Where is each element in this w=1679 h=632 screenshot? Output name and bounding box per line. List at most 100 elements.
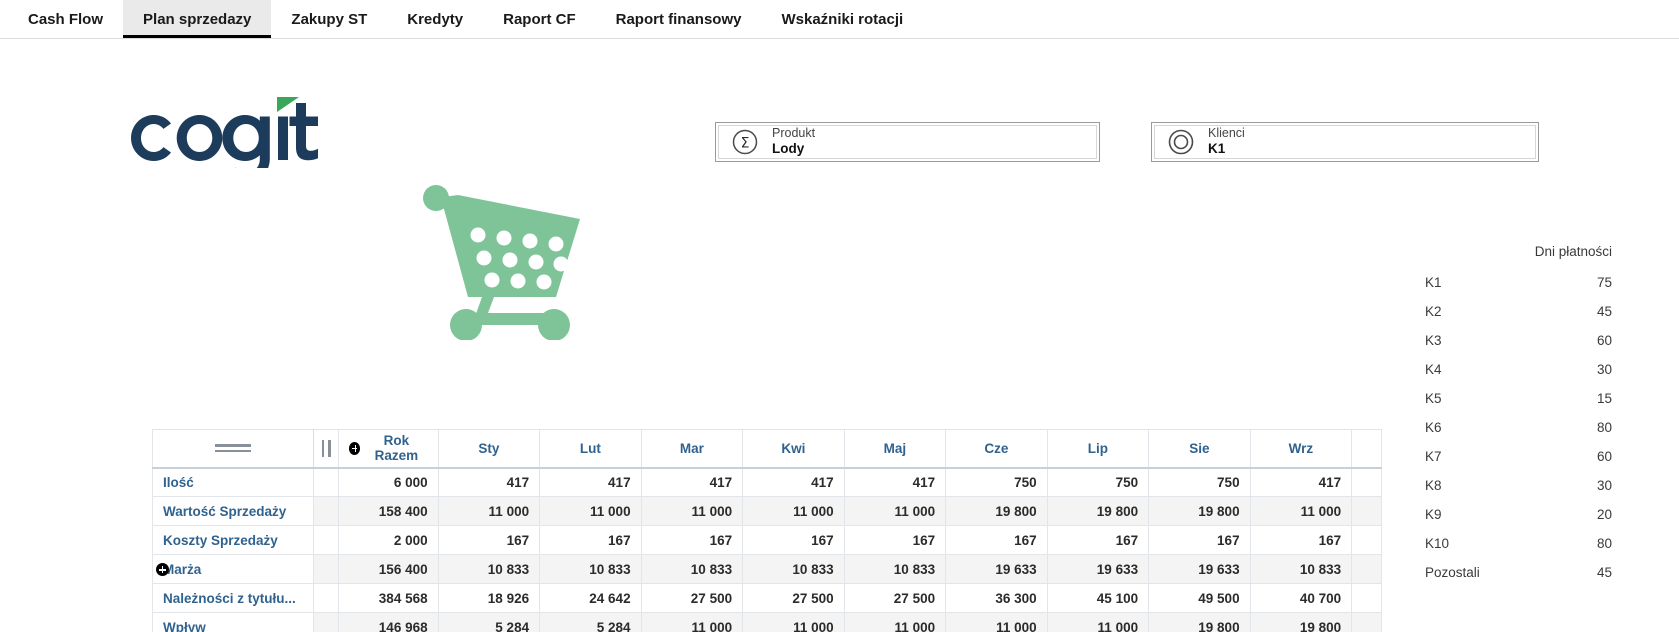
nav-tab-raport-cf[interactable]: Raport CF xyxy=(483,0,596,38)
dni-platnosci-row: K8 30 xyxy=(1425,478,1620,507)
pause-splitter-icon[interactable] xyxy=(321,439,331,457)
matrix-cell[interactable]: 417 xyxy=(640,467,744,497)
nav-tab-raport-finansowy[interactable]: Raport finansowy xyxy=(596,0,762,38)
matrix-cell[interactable]: 750 xyxy=(1046,467,1150,497)
column-header-rok-razem[interactable]: Rok Razem xyxy=(338,429,439,469)
matrix-row[interactable]: Wartość Sprzedaży 158 400 11 000 11 000 11 0… xyxy=(151,496,1382,526)
column-header-lut[interactable]: Lut xyxy=(539,429,642,469)
matrix-cell[interactable]: 417 xyxy=(843,467,947,497)
matrix-cell[interactable]: 36 300 xyxy=(945,583,1048,613)
matrix-cell[interactable]: 27 500 xyxy=(843,583,947,613)
matrix-cell[interactable]: 167 xyxy=(1046,525,1150,555)
matrix-cell[interactable]: 10 833 xyxy=(640,554,744,584)
expand-plus-icon[interactable] xyxy=(156,563,169,576)
matrix-cell[interactable]: 10 833 xyxy=(1249,554,1353,584)
matrix-cell[interactable]: 11 000 xyxy=(437,496,541,526)
nav-tab-plan-sprzedazy[interactable]: Plan sprzedazy xyxy=(123,0,272,38)
matrix-row[interactable]: Ilość 6 000 417 417 417 417 417 750 750 750 417 xyxy=(151,467,1382,497)
nav-tab-zakupy-st[interactable]: Zakupy ST xyxy=(271,0,387,38)
column-header-kwi[interactable]: Kwi xyxy=(742,429,845,469)
nav-tab-wska-niki-rotacji[interactable]: Wskaźniki rotacji xyxy=(761,0,923,38)
sales-plan-matrix[interactable]: Rok Razem Sty Lut Mar Kwi Maj Cze Lip Si… xyxy=(151,429,1382,632)
matrix-cell[interactable]: 19 800 xyxy=(1148,496,1251,526)
matrix-cell[interactable]: 19 800 xyxy=(1148,612,1251,632)
slicer-produkt[interactable]: Σ Produkt Lody xyxy=(715,122,1100,162)
column-header-wrz[interactable]: Wrz xyxy=(1249,429,1353,469)
matrix-cell[interactable]: 167 xyxy=(945,525,1048,555)
expand-plus-icon[interactable] xyxy=(349,441,361,455)
matrix-cell[interactable]: 24 642 xyxy=(539,583,642,613)
matrix-row-header[interactable]: Koszty Sprzedaży xyxy=(151,525,315,555)
matrix-row[interactable]: Wpływ 146 968 5 284 5 284 11 000 11 000 11 000… xyxy=(151,612,1382,632)
matrix-cell[interactable]: 156 400 xyxy=(338,554,439,584)
matrix-cell[interactable]: 417 xyxy=(1249,467,1353,497)
matrix-splitter-header[interactable] xyxy=(313,429,340,469)
matrix-cell[interactable]: 19 800 xyxy=(945,496,1048,526)
column-header-maj[interactable]: Maj xyxy=(843,429,947,469)
matrix-cell[interactable]: 2 000 xyxy=(338,525,439,555)
column-header-sty[interactable]: Sty xyxy=(437,429,541,469)
matrix-cell[interactable]: 417 xyxy=(437,467,541,497)
matrix-cell[interactable]: 750 xyxy=(1148,467,1251,497)
matrix-cell[interactable]: 19 633 xyxy=(945,554,1048,584)
matrix-row-header[interactable]: Wpływ xyxy=(151,612,315,632)
matrix-cell[interactable]: 5 284 xyxy=(539,612,642,632)
matrix-row-header[interactable]: Należności z tytułu... xyxy=(151,583,315,613)
matrix-corner-header[interactable] xyxy=(151,429,315,469)
matrix-cell[interactable]: 11 000 xyxy=(1249,496,1353,526)
column-header-lip[interactable]: Lip xyxy=(1046,429,1150,469)
matrix-cell[interactable]: 6 000 xyxy=(338,467,439,497)
matrix-cell[interactable]: 45 100 xyxy=(1046,583,1150,613)
matrix-cell[interactable]: 167 xyxy=(437,525,541,555)
matrix-cell[interactable]: 167 xyxy=(1249,525,1353,555)
matrix-cell[interactable]: 11 000 xyxy=(640,496,744,526)
matrix-cell[interactable]: 750 xyxy=(945,467,1048,497)
matrix-cell[interactable]: 11 000 xyxy=(945,612,1048,632)
nav-tab-kredyty[interactable]: Kredyty xyxy=(387,0,483,38)
matrix-cell[interactable]: 167 xyxy=(640,525,744,555)
matrix-cell[interactable]: 11 000 xyxy=(539,496,642,526)
matrix-cell[interactable]: 167 xyxy=(539,525,642,555)
column-header-mar[interactable]: Mar xyxy=(640,429,744,469)
matrix-cell[interactable]: 11 000 xyxy=(742,612,845,632)
matrix-cell[interactable]: 18 926 xyxy=(437,583,541,613)
matrix-cell[interactable]: 27 500 xyxy=(742,583,845,613)
matrix-cell[interactable]: 19 633 xyxy=(1148,554,1251,584)
matrix-cell[interactable]: 10 833 xyxy=(437,554,541,584)
matrix-row[interactable]: Marża 156 400 10 833 10 833 10 833 10 833 10 8… xyxy=(151,554,1382,584)
matrix-cell[interactable]: 146 968 xyxy=(338,612,439,632)
matrix-cell[interactable]: 417 xyxy=(539,467,642,497)
matrix-cell[interactable]: 11 000 xyxy=(1046,612,1150,632)
matrix-cell[interactable]: 11 000 xyxy=(843,612,947,632)
matrix-cell[interactable]: 5 284 xyxy=(437,612,541,632)
matrix-cell[interactable]: 10 833 xyxy=(843,554,947,584)
matrix-cell[interactable]: 167 xyxy=(843,525,947,555)
matrix-cell[interactable]: 11 000 xyxy=(843,496,947,526)
equals-grip-icon[interactable] xyxy=(215,443,252,453)
matrix-cell[interactable]: 40 700 xyxy=(1249,583,1353,613)
matrix-row[interactable]: Należności z tytułu... 384 568 18 926 24 64… xyxy=(151,583,1382,613)
nav-tab-cash-flow[interactable]: Cash Flow xyxy=(8,0,123,38)
matrix-cell[interactable]: 10 833 xyxy=(742,554,845,584)
matrix-cell[interactable]: 11 000 xyxy=(640,612,744,632)
matrix-cell[interactable]: 10 833 xyxy=(539,554,642,584)
matrix-cell[interactable]: 19 800 xyxy=(1046,496,1150,526)
column-header-cze[interactable]: Cze xyxy=(945,429,1048,469)
matrix-row-header[interactable]: Wartość Sprzedaży xyxy=(151,496,315,526)
column-header-sie[interactable]: Sie xyxy=(1148,429,1251,469)
matrix-cell[interactable]: 27 500 xyxy=(640,583,744,613)
matrix-cell[interactable]: 49 500 xyxy=(1148,583,1251,613)
cogit-logo xyxy=(130,96,330,168)
matrix-cell[interactable]: 19 800 xyxy=(1249,612,1353,632)
matrix-row-header[interactable]: Marża xyxy=(151,554,315,584)
slicer-klienci[interactable]: Klienci K1 xyxy=(1151,122,1539,162)
matrix-cell[interactable]: 167 xyxy=(742,525,845,555)
matrix-cell[interactable]: 384 568 xyxy=(338,583,439,613)
matrix-row[interactable]: Koszty Sprzedaży 2 000 167 167 167 167 167 167 1… xyxy=(151,525,1382,555)
matrix-cell[interactable]: 417 xyxy=(742,467,845,497)
matrix-cell[interactable]: 167 xyxy=(1148,525,1251,555)
matrix-cell[interactable]: 158 400 xyxy=(338,496,439,526)
matrix-cell[interactable]: 19 633 xyxy=(1046,554,1150,584)
matrix-row-header[interactable]: Ilość xyxy=(151,467,315,497)
matrix-cell[interactable]: 11 000 xyxy=(742,496,845,526)
